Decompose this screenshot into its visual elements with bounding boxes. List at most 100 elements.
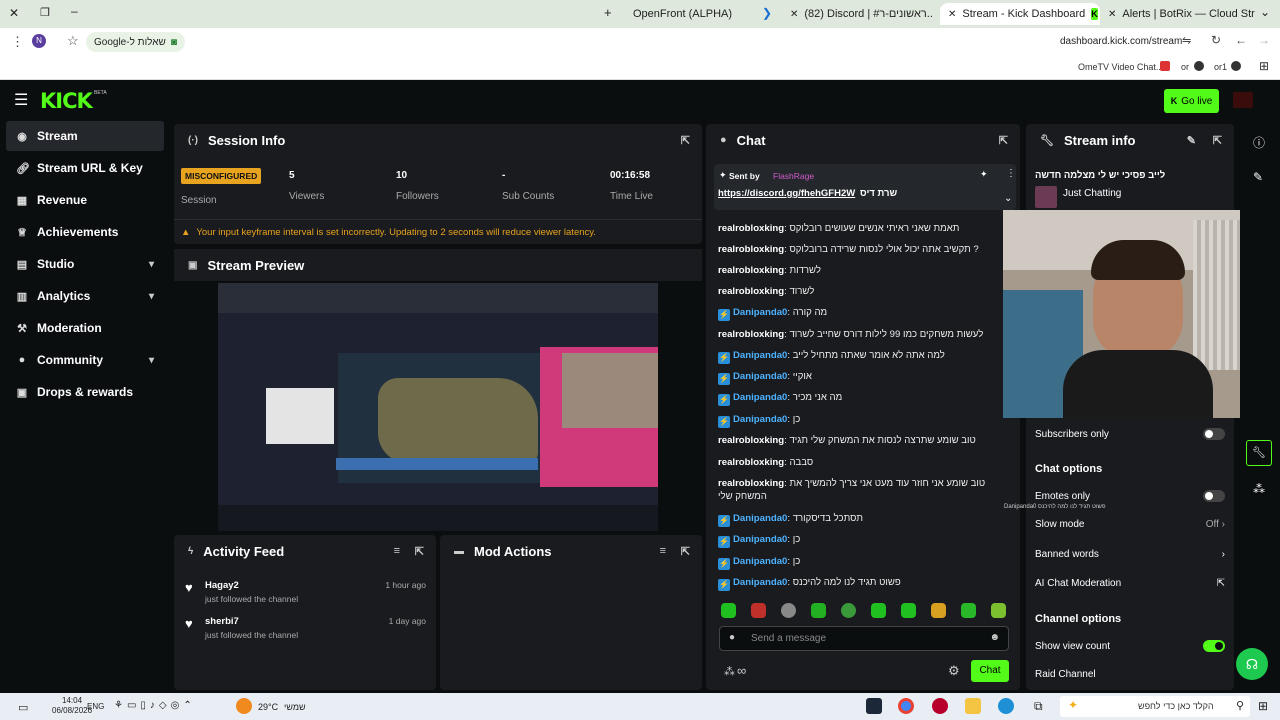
close-window-icon[interactable]: ✕	[9, 6, 19, 20]
avatar[interactable]: N	[32, 34, 46, 48]
sidebar-item-revenue[interactable]: ▦ Revenue	[6, 185, 164, 215]
pinned-link[interactable]: https://discord.gg/fhehGFH2W	[718, 188, 855, 199]
bookmark-or[interactable]: or	[1181, 62, 1189, 72]
site-settings-icon[interactable]: ⇋	[1182, 34, 1191, 47]
emote-icon[interactable]	[751, 603, 766, 618]
chat-username[interactable]: Danipanda0	[733, 392, 787, 403]
chat-username[interactable]: realrobloxking	[718, 286, 784, 297]
emote-icon[interactable]	[901, 603, 916, 618]
chat-username[interactable]: Danipanda0	[733, 350, 787, 361]
start-windows-icon[interactable]: ⊞	[1258, 699, 1268, 713]
chat-username[interactable]: Danipanda0	[733, 371, 787, 382]
menu-dots-icon[interactable]: ⋮	[11, 34, 24, 50]
restore-window-icon[interactable]: ❐	[40, 6, 50, 19]
emote-icon[interactable]	[871, 603, 886, 618]
chat-input[interactable]: ● Send a message ☻	[719, 626, 1009, 651]
stream-preview-video[interactable]	[218, 283, 658, 531]
emote-icon[interactable]	[811, 603, 826, 618]
chat-username[interactable]: realrobloxking	[718, 435, 784, 446]
chat-username[interactable]: Danipanda0	[733, 577, 787, 588]
wrench-icon[interactable]: 🔧︎	[1246, 440, 1272, 466]
popout-icon[interactable]: ⇱	[681, 134, 690, 147]
popout-icon[interactable]: ⇱	[999, 134, 1008, 147]
popout-icon[interactable]: ⇱	[1213, 134, 1222, 147]
chat-username[interactable]: realrobloxking	[718, 478, 784, 489]
language-indicator[interactable]: ENG	[87, 702, 104, 711]
emote-icon[interactable]	[991, 603, 1006, 618]
emote-icon[interactable]	[841, 603, 856, 618]
chat-username[interactable]: Danipanda0	[733, 556, 787, 567]
emotes-only-toggle[interactable]	[1203, 490, 1225, 502]
chat-username[interactable]: realrobloxking	[718, 223, 784, 234]
sidebar-item-stream[interactable]: ◉ Stream	[6, 121, 164, 151]
minimize-window-icon[interactable]: –	[71, 4, 78, 18]
steam-icon[interactable]	[866, 698, 882, 714]
points-icon[interactable]: ⁂	[1253, 482, 1265, 496]
bookmark-or1[interactable]: or1	[1214, 62, 1227, 72]
emoji-icon[interactable]: ☻	[989, 632, 1000, 643]
show-view-count-toggle[interactable]	[1203, 640, 1225, 652]
tab-list-icon[interactable]: ⌄	[1260, 5, 1270, 19]
sidebar-item-achievements[interactable]: ♕ Achievements	[6, 217, 164, 247]
close-tab-icon[interactable]: ✕	[790, 9, 798, 20]
popout-icon[interactable]: ⇱	[415, 545, 424, 558]
sidebar-item-studio[interactable]: ▤ Studio ▾	[6, 249, 164, 279]
activity-user[interactable]: Hagay2	[205, 580, 239, 591]
support-headset-icon[interactable]: ☊	[1236, 648, 1268, 680]
category-name[interactable]: Just Chatting	[1063, 188, 1121, 199]
emote-icon[interactable]	[931, 603, 946, 618]
pinned-message[interactable]: ✦ Sent by FlashRage ✦ ⋮ https://discord.…	[714, 164, 1016, 210]
chrome-icon[interactable]	[898, 698, 914, 714]
edit-icon[interactable]: ✎	[1253, 170, 1263, 184]
banned-words-row[interactable]: Banned words ›	[1035, 549, 1225, 560]
bookmark-star-icon[interactable]: ☆	[67, 33, 79, 49]
emote-icon[interactable]	[721, 603, 736, 618]
chat-username[interactable]: realrobloxking	[718, 265, 784, 276]
popout-icon[interactable]: ⇱	[681, 545, 690, 558]
forward-icon[interactable]: →	[1258, 33, 1270, 47]
emote-icon[interactable]	[781, 603, 796, 618]
chat-username[interactable]: Danipanda0	[733, 534, 787, 545]
task-view-icon[interactable]: ⧉	[1034, 699, 1043, 714]
tab-botrix[interactable]: ✕ Alerts | BotRix — Cloud Stream	[1100, 3, 1255, 25]
tab-kick-dashboard[interactable]: ✕ Stream - Kick Dashboard K	[940, 3, 1100, 25]
filter-icon[interactable]: ≡	[394, 545, 400, 557]
url-field[interactable]: dashboard.kick.com/stream	[1060, 36, 1182, 47]
sidebar-item-community[interactable]: ● Community ▾	[6, 345, 164, 375]
sidebar-item-moderation[interactable]: ⚒ Moderation	[6, 313, 164, 343]
apps-grid-icon[interactable]: ⊞	[1259, 59, 1269, 73]
chevron-down-icon[interactable]: ⌄	[1004, 193, 1012, 204]
avatar[interactable]	[1233, 92, 1253, 108]
edge-icon[interactable]	[998, 698, 1014, 714]
google-chip[interactable]: Google-שאלות ל ◙	[86, 32, 185, 52]
chat-username[interactable]: Danipanda0	[733, 513, 787, 524]
taskbar-search-input[interactable]: ✦ הקלד כאן כדי לחפש ⚲	[1060, 696, 1250, 717]
chat-username[interactable]: Danipanda0	[733, 414, 787, 425]
gear-icon[interactable]: ⚙	[948, 663, 960, 679]
activity-user[interactable]: sherbi7	[205, 616, 239, 627]
chat-username[interactable]: Danipanda0	[733, 307, 787, 318]
new-tab-icon[interactable]: +	[604, 5, 612, 20]
slow-mode-row[interactable]: Slow mode Off ›	[1035, 519, 1225, 530]
sidebar-item-stream-url-key[interactable]: 🔗︎ Stream URL & Key	[6, 153, 164, 183]
more-icon[interactable]: ⋮	[1006, 168, 1016, 179]
system-tray-icons[interactable]: ⚘▭▯♪◇◎⌃	[114, 700, 196, 711]
notification-icon[interactable]: ▭	[18, 701, 28, 714]
back-icon[interactable]: ←	[1235, 33, 1247, 47]
edit-icon[interactable]: ✎	[1187, 134, 1196, 147]
sidebar-item-drops-rewards[interactable]: ▣ Drops & rewards	[6, 377, 164, 407]
sidebar-item-analytics[interactable]: ▥ Analytics ▾	[6, 281, 164, 311]
weather-temp[interactable]: 29°C	[258, 702, 278, 712]
go-live-button[interactable]: K Go live	[1164, 89, 1219, 113]
chat-username[interactable]: realrobloxking	[718, 457, 784, 468]
chat-mode-icon[interactable]: ●	[729, 632, 735, 643]
tab-discord[interactable]: ✕ (82) Discord | #ראשונים-ר...	[782, 3, 932, 25]
tab-openfront[interactable]: OpenFront (ALPHA)	[625, 3, 755, 25]
hamburger-menu-icon[interactable]: ☰	[14, 90, 28, 110]
emote-icon[interactable]	[961, 603, 976, 618]
chat-username[interactable]: realrobloxking	[718, 244, 784, 255]
chat-username[interactable]: realrobloxking	[718, 329, 784, 340]
ai-moderation-row[interactable]: AI Chat Moderation ⇱	[1035, 578, 1225, 589]
obs-icon[interactable]	[932, 698, 948, 714]
kick-logo[interactable]: KICK	[40, 89, 93, 113]
